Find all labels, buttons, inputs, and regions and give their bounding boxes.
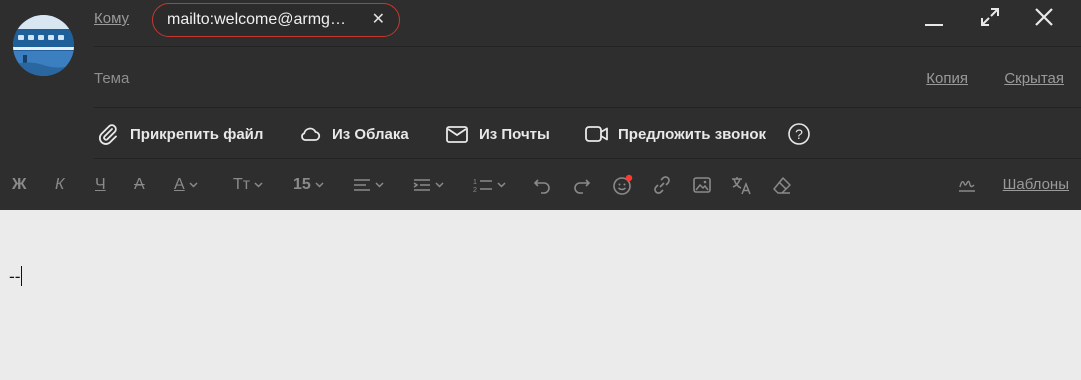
- clear-formatting-button[interactable]: [772, 173, 792, 197]
- signature-button[interactable]: [958, 173, 976, 197]
- chevron-down-icon: [189, 182, 198, 188]
- numbered-list-icon: 12: [473, 179, 492, 193]
- from-mail-label: Из Почты: [479, 125, 550, 143]
- text-color-icon: А: [174, 176, 185, 193]
- video-camera-icon: [584, 122, 610, 146]
- svg-text:?: ?: [795, 126, 803, 142]
- list-dropdown[interactable]: 12: [473, 173, 506, 197]
- avatar: [13, 15, 74, 76]
- strikethrough-button[interactable]: А: [134, 173, 145, 197]
- chevron-down-icon: [497, 182, 506, 188]
- chevron-down-icon: [375, 182, 384, 188]
- underline-icon: Ч: [95, 176, 106, 193]
- recipient-address: mailto:welcome@armg…: [167, 11, 346, 28]
- chevron-down-icon: [254, 182, 263, 188]
- attachments-row: Прикрепить файл Из Облака Из Почты Предл…: [94, 109, 1081, 159]
- translate-icon: [732, 177, 751, 195]
- help-icon: ?: [788, 123, 810, 145]
- indent-icon: [413, 179, 430, 191]
- chevron-down-icon: [315, 182, 324, 188]
- expand-icon: [981, 8, 999, 26]
- chevron-down-icon: [435, 182, 444, 188]
- emoji-button[interactable]: [612, 173, 634, 197]
- italic-button[interactable]: К: [55, 173, 64, 197]
- text-cursor: [21, 266, 22, 286]
- paperclip-icon: [96, 122, 122, 146]
- translate-button[interactable]: [731, 173, 753, 197]
- undo-icon: [533, 179, 550, 194]
- minimize-button[interactable]: [919, 4, 949, 30]
- insert-image-button[interactable]: [692, 173, 712, 197]
- attach-file-label: Прикрепить файл: [130, 125, 264, 143]
- insert-link-button[interactable]: [652, 173, 672, 197]
- subject-row: Тема Копия Скрытая: [94, 48, 1081, 108]
- formatting-toolbar: Ж К Ч А А Тт 15 12: [0, 160, 1081, 210]
- font-style-dropdown[interactable]: Тт: [233, 173, 263, 197]
- link-icon: [654, 176, 670, 194]
- message-body[interactable]: --: [0, 210, 1081, 380]
- bcc-button[interactable]: Скрытая: [1004, 70, 1064, 87]
- templates-link[interactable]: Шаблоны: [1003, 176, 1069, 193]
- to-label[interactable]: Кому: [94, 10, 129, 27]
- signature-separator: --: [9, 267, 21, 286]
- envelope-icon: [445, 122, 471, 146]
- italic-icon: К: [55, 176, 65, 193]
- close-button[interactable]: [1029, 4, 1059, 30]
- indent-dropdown[interactable]: [413, 173, 444, 197]
- help-button[interactable]: ?: [787, 122, 811, 146]
- font-size-dropdown[interactable]: 15: [293, 173, 324, 197]
- remove-recipient-icon[interactable]: ✕: [372, 12, 385, 28]
- svg-text:2: 2: [473, 187, 477, 193]
- redo-icon: [574, 179, 591, 194]
- suggest-call-label: Предложить звонок: [618, 125, 767, 143]
- image-icon: [693, 177, 711, 193]
- bold-icon: Ж: [12, 176, 27, 193]
- underline-button[interactable]: Ч: [95, 173, 106, 197]
- emoji-icon: [613, 174, 633, 195]
- svg-text:1: 1: [473, 179, 477, 186]
- text-color-dropdown[interactable]: А: [174, 173, 198, 197]
- redo-button[interactable]: [573, 173, 591, 197]
- from-mail-button[interactable]: Из Почты: [445, 122, 550, 146]
- signature-icon: [959, 180, 975, 192]
- attach-file-button[interactable]: Прикрепить файл: [96, 122, 263, 146]
- align-left-icon: [354, 179, 370, 191]
- align-dropdown[interactable]: [353, 173, 384, 197]
- cloud-icon: [298, 122, 324, 146]
- strikethrough-icon: А: [134, 176, 145, 193]
- font-style-icon: Тт: [233, 176, 251, 193]
- close-icon: [1035, 8, 1053, 26]
- minimize-icon: [925, 24, 943, 26]
- font-size-value: 15: [293, 176, 311, 193]
- eraser-icon: [773, 177, 791, 194]
- bold-button[interactable]: Ж: [12, 173, 26, 197]
- suggest-call-button[interactable]: Предложить звонок: [584, 122, 766, 146]
- subject-input[interactable]: Тема: [94, 70, 129, 87]
- from-cloud-button[interactable]: Из Облака: [298, 122, 409, 146]
- recipient-chip[interactable]: mailto:welcome@armg… ✕: [152, 3, 400, 37]
- undo-button[interactable]: [533, 173, 551, 197]
- expand-button[interactable]: [975, 4, 1005, 30]
- cc-button[interactable]: Копия: [926, 70, 968, 87]
- from-cloud-label: Из Облака: [332, 125, 409, 143]
